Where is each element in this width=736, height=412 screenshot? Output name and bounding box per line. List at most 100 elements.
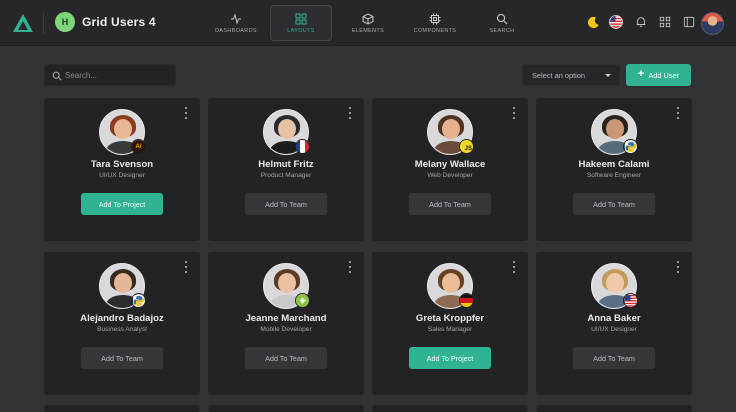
user-card-partial bbox=[536, 405, 692, 412]
activity-icon bbox=[231, 12, 241, 25]
add-to-team-button[interactable]: Add To Team bbox=[409, 193, 491, 215]
user-card: Ai Tara Svenson UI/UX Designer Add To Proje… bbox=[44, 98, 200, 241]
user-role: UI/UX Designer bbox=[99, 172, 145, 179]
avatar-face bbox=[442, 273, 460, 293]
user-name: Anna Baker bbox=[587, 313, 641, 324]
more-options-icon[interactable] bbox=[676, 261, 680, 273]
user-card: Helmut Fritz Product Manager Add To Team bbox=[208, 98, 364, 241]
avatar-face bbox=[114, 119, 132, 139]
nav-dashboards[interactable]: DASHBOARDS bbox=[205, 5, 267, 41]
nav-label: COMPONENTS bbox=[413, 27, 457, 34]
user-card-partial bbox=[372, 405, 528, 412]
more-options-icon[interactable] bbox=[348, 261, 352, 273]
avatar-face bbox=[606, 119, 624, 139]
topbar-divider bbox=[43, 12, 44, 34]
avatar-face bbox=[442, 119, 460, 139]
user-avatar[interactable] bbox=[701, 12, 724, 35]
user-card: Anna Baker UI/UX Designer Add To Team bbox=[536, 252, 692, 395]
user-name: Helmut Fritz bbox=[258, 159, 314, 170]
add-to-project-button[interactable]: Add To Project bbox=[409, 347, 491, 369]
nav-components[interactable]: COMPONENTS bbox=[404, 5, 466, 41]
top-bar: H Grid Users 4 DASHBOARDS LAYOUTS ELEMEN… bbox=[0, 0, 736, 46]
user-name: Jeanne Marchand bbox=[245, 313, 327, 324]
user-card-partial bbox=[208, 405, 364, 412]
user-card: JS Melany Wallace Web Developer Add To Team bbox=[372, 98, 528, 241]
chip-icon bbox=[429, 13, 441, 24]
plus-icon: + bbox=[637, 68, 645, 80]
apps-button[interactable] bbox=[658, 15, 672, 29]
bell-icon bbox=[636, 17, 646, 27]
user-name: Alejandro Badajoz bbox=[80, 313, 164, 324]
user-card: Alejandro Badajoz Business Analyst Add To … bbox=[44, 252, 200, 395]
nav-label: DASHBOARDS bbox=[215, 27, 257, 34]
search-icon bbox=[496, 13, 508, 24]
more-options-icon[interactable] bbox=[184, 261, 188, 273]
notifications-button[interactable] bbox=[634, 15, 648, 29]
app-logo-icon[interactable] bbox=[12, 13, 34, 33]
select-value: Select an option bbox=[532, 71, 586, 80]
flag-france-icon bbox=[295, 139, 310, 154]
flag-usa-icon bbox=[609, 15, 623, 29]
cube-icon bbox=[362, 12, 374, 25]
language-selector[interactable] bbox=[609, 15, 623, 29]
avatar-face bbox=[114, 273, 132, 293]
add-to-team-button[interactable]: Add To Team bbox=[81, 347, 163, 369]
sidebar-panel-icon bbox=[683, 16, 695, 28]
user-name: Greta Kroppfer bbox=[415, 313, 485, 324]
add-user-label: Add User bbox=[648, 70, 680, 80]
option-select[interactable]: Select an option bbox=[522, 64, 620, 86]
illustrator-icon: Ai bbox=[131, 139, 146, 154]
nav-elements[interactable]: ELEMENTS bbox=[337, 5, 399, 41]
dark-mode-toggle[interactable] bbox=[586, 15, 600, 29]
more-options-icon[interactable] bbox=[348, 107, 352, 119]
android-icon bbox=[295, 293, 310, 308]
user-role: Sales Manager bbox=[427, 326, 473, 333]
more-options-icon[interactable] bbox=[512, 261, 516, 273]
nav-label: SEARCH bbox=[489, 27, 515, 34]
search-input[interactable] bbox=[65, 65, 173, 85]
avatar-face bbox=[278, 273, 296, 293]
user-card: Hakeem Calami Software Engineer Add To Tea… bbox=[536, 98, 692, 241]
grid-icon bbox=[295, 13, 307, 24]
user-card-partial bbox=[44, 405, 200, 412]
flag-germany-icon bbox=[459, 293, 474, 308]
search-icon bbox=[52, 71, 62, 81]
add-to-team-button[interactable]: Add To Team bbox=[245, 347, 327, 369]
panel-toggle-button[interactable] bbox=[682, 15, 696, 29]
python-icon bbox=[623, 139, 638, 154]
flag-usa-icon bbox=[623, 293, 638, 308]
python-icon bbox=[131, 293, 146, 308]
avatar-face bbox=[278, 119, 296, 139]
user-role: Mobile Developer bbox=[260, 326, 312, 333]
nav-label: ELEMENTS bbox=[351, 27, 385, 34]
user-name: Tara Svenson bbox=[90, 159, 154, 170]
nav-layouts[interactable]: LAYOUTS bbox=[270, 5, 332, 41]
user-name: Hakeem Calami bbox=[578, 159, 650, 170]
apps-grid-icon bbox=[659, 16, 671, 28]
nav-search[interactable]: SEARCH bbox=[471, 5, 533, 41]
moon-icon bbox=[587, 16, 599, 28]
user-role: Software Engineer bbox=[586, 172, 642, 179]
add-to-team-button[interactable]: Add To Team bbox=[573, 347, 655, 369]
avatar-face bbox=[606, 273, 624, 293]
workspace-badge[interactable]: H bbox=[55, 12, 75, 32]
search-field[interactable] bbox=[44, 64, 176, 86]
user-card: Jeanne Marchand Mobile Developer Add To Te… bbox=[208, 252, 364, 395]
user-name: Melany Wallace bbox=[414, 159, 486, 170]
add-user-button[interactable]: + Add User bbox=[626, 64, 691, 86]
more-options-icon[interactable] bbox=[676, 107, 680, 119]
user-role: Web Developer bbox=[427, 172, 473, 179]
more-options-icon[interactable] bbox=[512, 107, 516, 119]
javascript-icon: JS bbox=[459, 139, 474, 154]
add-to-project-button[interactable]: Add To Project bbox=[81, 193, 163, 215]
add-to-team-button[interactable]: Add To Team bbox=[245, 193, 327, 215]
caret-down-icon bbox=[605, 74, 611, 77]
nav-label: LAYOUTS bbox=[287, 27, 315, 34]
user-role: Business Analyst bbox=[97, 326, 147, 333]
page-title: Grid Users 4 bbox=[82, 15, 156, 29]
more-options-icon[interactable] bbox=[184, 107, 188, 119]
add-to-team-button[interactable]: Add To Team bbox=[573, 193, 655, 215]
user-role: Product Manager bbox=[260, 172, 312, 179]
user-role: UI/UX Designer bbox=[591, 326, 637, 333]
user-card: Greta Kroppfer Sales Manager Add To Projec… bbox=[372, 252, 528, 395]
